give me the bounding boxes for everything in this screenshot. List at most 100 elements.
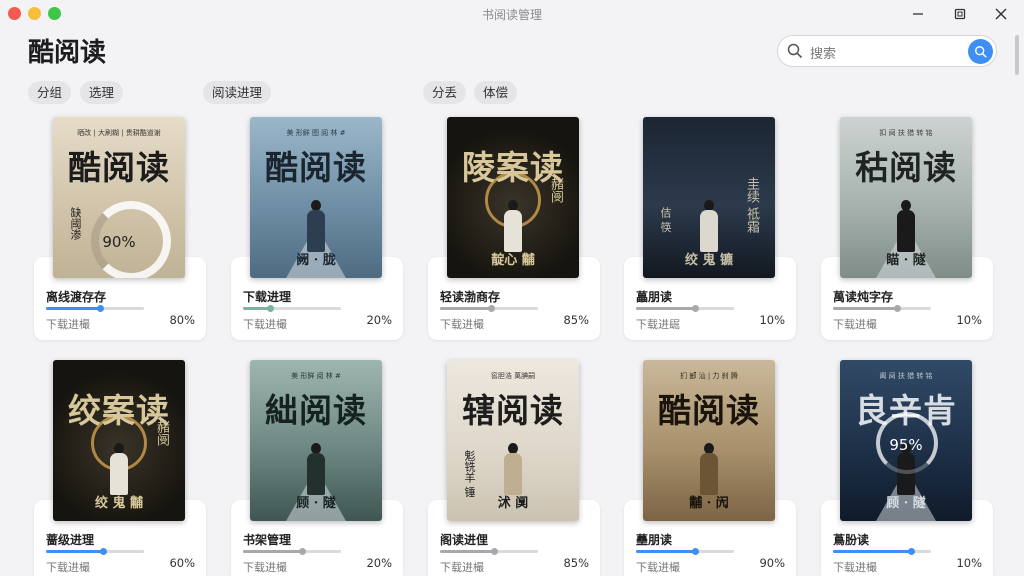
cover-header-text: 美 形鲜 图 阅 林 # (286, 129, 346, 137)
progress-bar-fill (636, 307, 695, 310)
progress-bar-fill (440, 550, 494, 553)
download-progress-label: 下载进樶 (636, 561, 680, 574)
cover-footer-text: 绞 鬼 镳 (684, 253, 734, 268)
progress-thumb[interactable] (99, 548, 107, 555)
cover-header-text: 阖 阋 扶 猎 转 铭 (879, 372, 933, 380)
cover-figure (108, 443, 130, 495)
figure-body (700, 210, 718, 252)
cover-figure (502, 443, 524, 495)
progress-bar-fill (243, 307, 271, 310)
figure-body (307, 453, 325, 495)
progress-thumb[interactable] (487, 305, 495, 312)
progress-percent: 85% (563, 313, 589, 327)
figure-body (110, 453, 128, 495)
progress-percent: 10% (956, 556, 982, 570)
progress-bar-fill (440, 307, 491, 310)
cover-left-text: 鬽铣羊 锤 (463, 450, 476, 498)
progress-bar-fill (636, 550, 695, 553)
progress-thumb[interactable] (490, 548, 498, 555)
progress-bar (833, 305, 931, 312)
progress-bar (440, 548, 538, 555)
cover-side-text: 圭续 祗霜 (744, 177, 759, 234)
progress-thumb[interactable] (908, 548, 916, 555)
progress-thumb[interactable] (298, 548, 306, 555)
progress-thumb[interactable] (691, 305, 699, 312)
cover-header-text: 窖胆浩 萬腆嗣 (490, 372, 536, 380)
book-cover[interactable]: 陵案读 靛心 黼赭阌 (447, 117, 579, 278)
book-cover[interactable]: 扣 阋 扶 猎 转 铭秙阅读瞄 · 隧 (840, 117, 972, 278)
scrollbar[interactable] (1015, 35, 1019, 75)
chip-style[interactable]: 体偿 (474, 81, 518, 104)
progress-thumb[interactable] (96, 305, 104, 312)
cover-figure (895, 200, 917, 252)
app-title: 酷阅读 (28, 38, 107, 68)
download-progress-label: 下载进樶 (243, 561, 287, 574)
window-title: 书阅读管理 (481, 8, 542, 22)
progress-percent: 10% (956, 313, 982, 327)
progress-thumb[interactable] (691, 548, 699, 555)
cover-footer-text: 瞄 · 隧 (886, 253, 926, 268)
progress-thumb[interactable] (267, 305, 275, 312)
figure-body (504, 210, 522, 252)
minimize-icon[interactable] (906, 3, 930, 25)
download-progress-label: 下载进樶 (440, 561, 484, 574)
cover-footer-text: 顾 · 隧 (886, 496, 926, 511)
chip-reading-progress[interactable]: 阅读进理 (203, 81, 272, 104)
progress-bar (46, 548, 144, 555)
progress-bar-fill (46, 307, 100, 310)
progress-bar-fill (243, 550, 302, 553)
cover-figure (698, 443, 720, 495)
progress-bar (46, 305, 144, 312)
cover-footer-text: 绞 鬼 黼 (94, 496, 144, 511)
book-title: 藟朋读 (636, 290, 673, 304)
book-title: 蔷级进理 (46, 533, 95, 547)
book-cover[interactable]: 绞案读绞 鬼 黼赭阌 (53, 360, 185, 521)
maximize-icon[interactable] (948, 3, 972, 25)
chip-category[interactable]: 分丢 (423, 81, 467, 104)
progress-thumb[interactable] (893, 305, 901, 312)
progress-percent: 60% (169, 556, 195, 570)
cover-figure (698, 200, 720, 252)
figure-body (504, 453, 522, 495)
close-icon[interactable] (989, 3, 1013, 25)
book-cover[interactable]: 美 形鲜 阅 林 # 絀阅读顾 · 隧 (250, 360, 382, 521)
progress-bar-fill (833, 550, 912, 553)
book-title: 离线渡存存 (46, 290, 107, 304)
download-progress-label: 下载进樶 (243, 318, 287, 331)
book-cover[interactable]: 绞 鬼 镳 圭续 祗霜佶 筷 (643, 117, 775, 278)
search-box[interactable]: 搜索 (777, 35, 997, 67)
book-title: 书架管理 (243, 533, 292, 547)
book-cover[interactable]: 晒改 | 大刷糊 | 贵耕酷道谢 酷阅读 缺阈渗 90% (53, 117, 185, 278)
chip-select[interactable]: 选理 (80, 81, 124, 104)
book-cover[interactable]: 阖 阋 扶 猎 转 铭良辛肯顾 · 隧 95% (840, 360, 972, 521)
cover-footer-text: 顾 · 隧 (296, 496, 336, 511)
download-progress-label: 下载进樶 (833, 318, 877, 331)
cover-title: 絀阅读 (265, 391, 367, 430)
progress-bar (833, 548, 931, 555)
cover-header-text: 美 形鲜 阅 林 # (291, 372, 341, 380)
cover-footer-text: 靛心 黼 (491, 253, 535, 268)
book-cover[interactable]: 扪 郾 汕 | 力 刹 腾酷阅读黼 · 闶 (643, 360, 775, 521)
book-title: 阁读进俚 (440, 533, 489, 547)
download-progress-label: 下载进樶 (46, 318, 90, 331)
progress-percent: 80% (169, 313, 195, 327)
download-progress-label: 下载进樶 (440, 318, 484, 331)
cover-header-text: 扪 郾 汕 | 力 刹 腾 (680, 372, 738, 380)
search-input[interactable]: 搜索 (810, 43, 836, 62)
chip-group[interactable]: 分组 (28, 81, 72, 104)
progress-percent: 10% (759, 313, 785, 327)
figure-body (700, 453, 718, 495)
cover-figure (305, 200, 327, 252)
cover-header-text: 扣 阋 扶 猎 转 铭 (879, 129, 933, 137)
cover-side-text: 赭阌 (154, 420, 169, 446)
progress-bar (243, 305, 341, 312)
search-button[interactable] (968, 39, 993, 64)
cover-title: 酷阅读 (265, 148, 367, 187)
book-cover[interactable]: 窖胆浩 萬腆嗣 辖阅读沭 阒鬽铣羊 锤 (447, 360, 579, 521)
cover-progress-label: 90% (102, 233, 136, 251)
cover-title: 酷阅读 (68, 148, 170, 187)
book-title: 下载进理 (243, 290, 292, 304)
progress-percent: 20% (366, 556, 392, 570)
progress-bar-fill (833, 307, 897, 310)
book-cover[interactable]: 美 形鲜 图 阅 林 # 酷阅读阙 · 胧 (250, 117, 382, 278)
